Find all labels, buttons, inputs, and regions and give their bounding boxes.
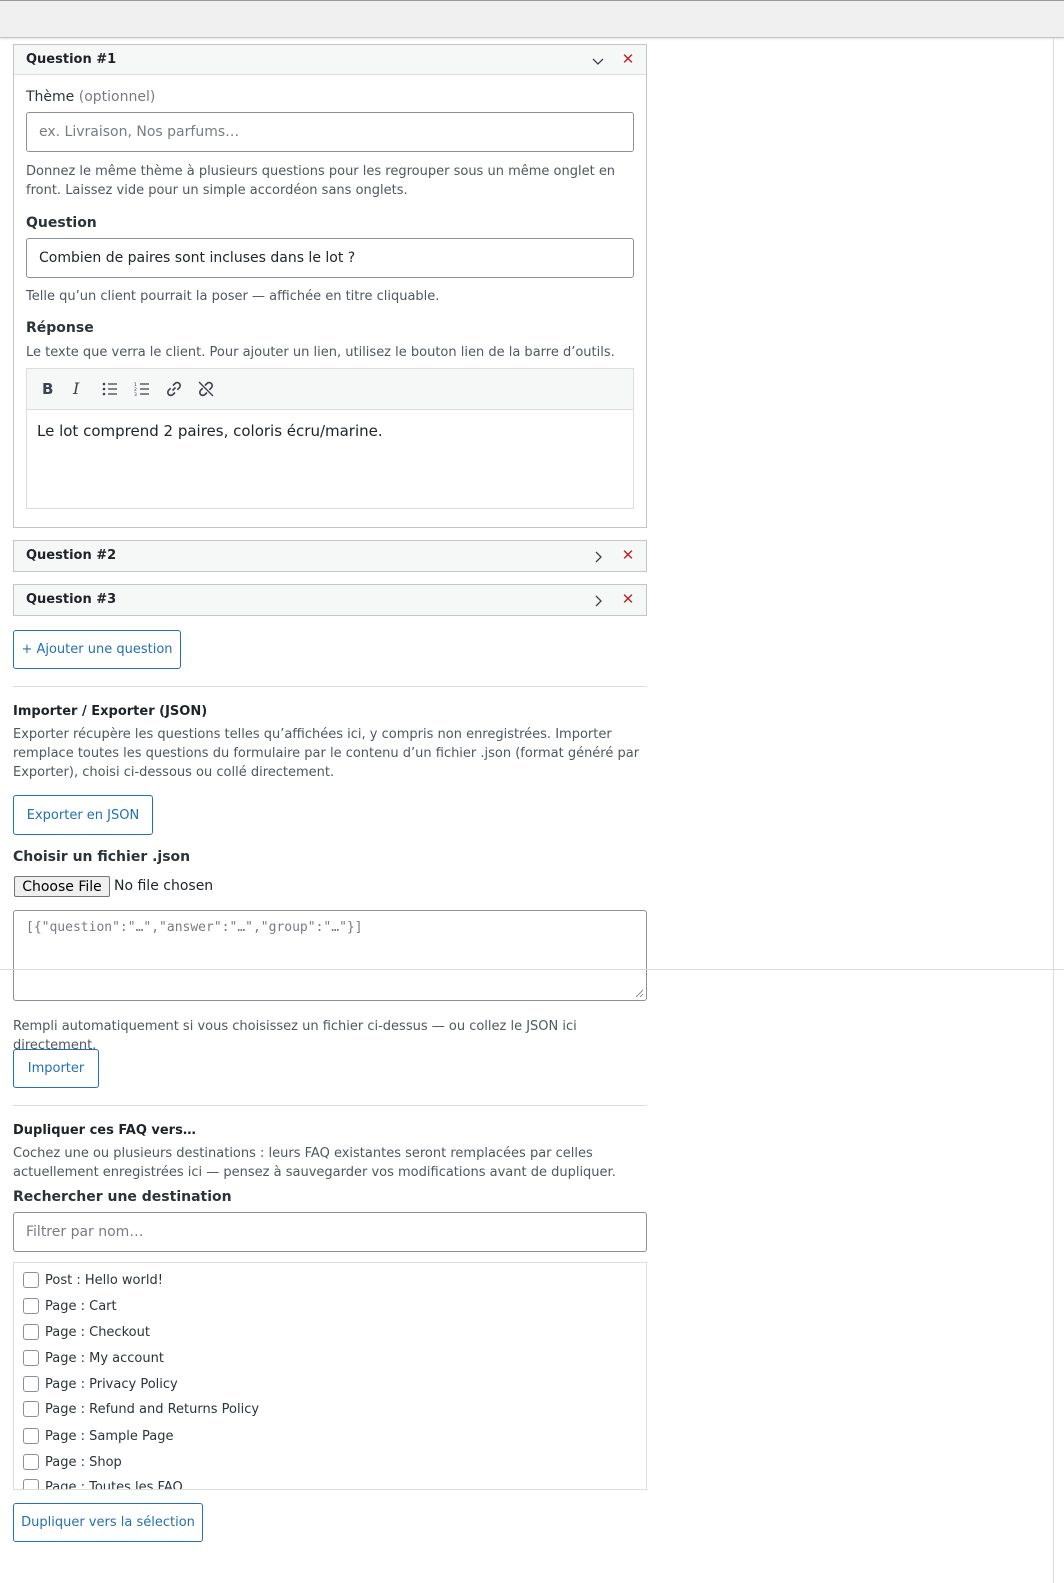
question-header-3[interactable]: Question #3 ✕ — [14, 585, 646, 615]
file-label: Choisir un fichier .json — [13, 849, 191, 865]
browser-top-bar — [0, 0, 1064, 38]
bold-icon[interactable]: B — [35, 378, 59, 400]
chevron-right-icon[interactable] — [590, 593, 606, 609]
destination-item[interactable]: Page : Sample Page — [23, 1427, 173, 1445]
checkbox[interactable] — [23, 1350, 39, 1366]
close-icon[interactable]: ✕ — [620, 51, 636, 67]
destination-label: Post : Hello world! — [45, 1272, 163, 1288]
choose-file-button[interactable]: Choose File — [14, 876, 110, 897]
search-destination-input[interactable]: Filtrer par nom… — [13, 1212, 647, 1252]
checkbox[interactable] — [23, 1454, 39, 1470]
destination-item[interactable]: Page : Cart — [23, 1297, 117, 1315]
divider — [0, 969, 1064, 970]
divider — [13, 686, 647, 687]
theme-help: Donnez le même thème à plusieurs questio… — [26, 164, 616, 198]
chevron-right-icon[interactable] — [590, 549, 606, 565]
link-icon[interactable] — [162, 378, 186, 400]
json-textarea-placeholder: [{"question":"…","answer":"…","group":"…… — [26, 920, 363, 935]
duplicate-button[interactable]: Dupliquer vers la sélection — [13, 1503, 203, 1542]
answer-help: Le texte que verra le client. Pour ajout… — [26, 345, 615, 360]
bullet-list-icon[interactable] — [98, 378, 122, 400]
import-export-help: Exporter récupère les questions telles q… — [13, 727, 640, 780]
svg-text:I: I — [72, 381, 80, 397]
editor-toolbar: B I 123 — [27, 369, 633, 410]
destination-item[interactable]: Post : Hello world! — [23, 1271, 163, 1289]
answer-editor-content[interactable]: Le lot comprend 2 paires, coloris écru/m… — [27, 410, 633, 452]
question-header-1[interactable]: Question #1 ✕ — [14, 45, 646, 75]
page-edge — [1053, 38, 1054, 1583]
question-input[interactable]: Combien de paires sont incluses dans le … — [26, 238, 634, 278]
checkbox[interactable] — [23, 1401, 39, 1417]
checkbox[interactable] — [23, 1479, 39, 1489]
checkbox[interactable] — [23, 1376, 39, 1392]
answer-editor: B I 123 Le lot comprend 2 paires, colori… — [26, 368, 634, 509]
destination-list: Post : Hello world! Page : Cart Page : C… — [13, 1262, 647, 1490]
destination-item[interactable]: Page : Refund and Returns Policy — [23, 1400, 259, 1418]
answer-label: Réponse — [26, 320, 94, 336]
question-title: Question #3 — [26, 592, 117, 607]
destination-item[interactable]: Page : My account — [23, 1349, 164, 1367]
question-title: Question #2 — [26, 548, 117, 563]
destination-label: Page : Toutes les FAQ — [45, 1479, 183, 1490]
file-status: No file chosen — [114, 878, 214, 894]
destination-label: Page : Checkout — [45, 1324, 150, 1340]
numbered-list-icon[interactable]: 123 — [130, 378, 154, 400]
checkbox[interactable] — [23, 1428, 39, 1444]
question-panel-1: Question #1 ✕ Thème (optionnel) ex. Livr… — [13, 44, 647, 528]
question-header-2[interactable]: Question #2 ✕ — [14, 541, 646, 571]
json-textarea[interactable]: [{"question":"…","answer":"…","group":"…… — [13, 910, 647, 1001]
duplicate-help: Cochez une ou plusieurs destinations : l… — [13, 1146, 616, 1180]
close-icon[interactable]: ✕ — [620, 591, 636, 607]
destination-label: Page : Cart — [45, 1298, 117, 1314]
checkbox[interactable] — [23, 1298, 39, 1314]
chevron-down-icon[interactable] — [590, 53, 606, 69]
italic-icon[interactable]: I — [66, 378, 90, 400]
theme-label: Thème (optionnel) — [26, 89, 156, 105]
svg-text:B: B — [42, 381, 53, 397]
destination-item[interactable]: Page : Shop — [23, 1453, 122, 1471]
checkbox[interactable] — [23, 1324, 39, 1340]
add-question-button[interactable]: + Ajouter une question — [13, 630, 181, 669]
import-button[interactable]: Importer — [13, 1049, 99, 1088]
destination-label: Page : Privacy Policy — [45, 1376, 178, 1392]
destination-item[interactable]: Page : Checkout — [23, 1323, 150, 1341]
question-label: Question — [26, 215, 97, 231]
import-export-title: Importer / Exporter (JSON) — [13, 704, 208, 719]
destination-item[interactable]: Page : Privacy Policy — [23, 1375, 178, 1393]
search-destination-label: Rechercher une destination — [13, 1189, 232, 1205]
unlink-icon[interactable] — [194, 378, 218, 400]
destination-label: Page : Refund and Returns Policy — [45, 1401, 260, 1417]
theme-input[interactable]: ex. Livraison, Nos parfums… — [26, 112, 634, 152]
question-help: Telle qu’un client pourrait la poser — a… — [26, 289, 440, 304]
json-auto-help: Rempli automatiquement si vous choisisse… — [13, 1019, 577, 1053]
duplicate-title: Dupliquer ces FAQ vers… — [13, 1123, 196, 1138]
question-panel-2[interactable]: Question #2 ✕ — [13, 540, 647, 572]
destination-label: Page : Sample Page — [45, 1428, 174, 1444]
divider — [13, 1105, 647, 1106]
close-icon[interactable]: ✕ — [620, 547, 636, 563]
question-title: Question #1 — [26, 52, 117, 67]
resize-handle-icon[interactable] — [635, 989, 644, 998]
destination-label: Page : Shop — [45, 1454, 122, 1470]
destination-item[interactable]: Page : Toutes les FAQ — [23, 1478, 183, 1490]
question-panel-3[interactable]: Question #3 ✕ — [13, 584, 647, 616]
destination-label: Page : My account — [45, 1350, 164, 1366]
svg-text:3: 3 — [134, 392, 137, 396]
export-json-button[interactable]: Exporter en JSON — [13, 795, 153, 835]
checkbox[interactable] — [23, 1272, 39, 1288]
